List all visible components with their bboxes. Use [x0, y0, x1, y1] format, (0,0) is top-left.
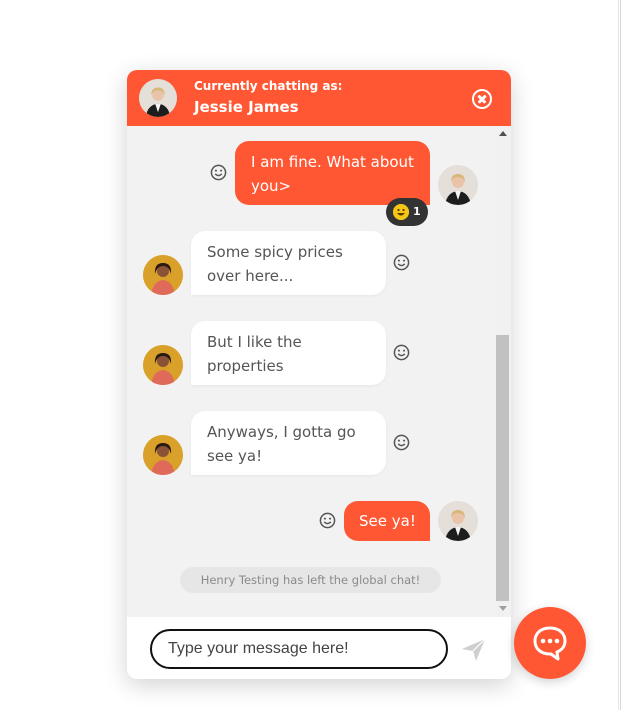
- system-notice: Henry Testing has left the global chat!: [180, 567, 441, 593]
- composer-bar: [127, 617, 511, 679]
- message-bubble-incoming: But I like the properties: [191, 321, 386, 385]
- reaction-badge[interactable]: 1: [386, 198, 428, 226]
- message-line: you>: [251, 177, 292, 195]
- chat-bubble-icon: [533, 626, 567, 661]
- avatar: [143, 345, 183, 385]
- current-user-name: Jessie James: [194, 98, 299, 116]
- message-bubble-incoming: Anyways, I gotta go see ya!: [191, 411, 386, 475]
- smiley-icon[interactable]: [393, 344, 410, 361]
- message-bubble-incoming: Some spicy prices over here...: [191, 231, 386, 295]
- avatar: [143, 435, 183, 475]
- message-input[interactable]: [150, 629, 448, 669]
- message-bubble-outgoing: See ya!: [344, 501, 430, 541]
- chat-window: Currently chatting as: Jessie James I am…: [127, 70, 511, 679]
- reaction-count: 1: [413, 205, 421, 218]
- user-avatar: [139, 79, 177, 117]
- message-line: Anyways, I gotta go: [207, 423, 356, 441]
- message-bubble-outgoing: I am fine. What about you>: [235, 141, 430, 205]
- page-edge: [618, 0, 619, 710]
- message-line: I am fine. What about: [251, 153, 414, 171]
- smiley-icon[interactable]: [319, 512, 336, 529]
- message-line: over here...: [207, 267, 294, 285]
- message-line: See ya!: [359, 512, 416, 530]
- smiley-icon[interactable]: [393, 254, 410, 271]
- message-line: see ya!: [207, 447, 263, 465]
- scroll-up-arrow-icon[interactable]: [499, 131, 507, 136]
- avatar: [438, 165, 478, 205]
- chat-launcher-button[interactable]: [514, 607, 586, 679]
- message-line: But I like the: [207, 333, 302, 351]
- scrollbar-thumb[interactable]: [496, 335, 509, 601]
- scroll-down-arrow-icon[interactable]: [499, 606, 507, 611]
- avatar: [438, 501, 478, 541]
- message-line: Some spicy prices: [207, 243, 343, 261]
- chat-header: Currently chatting as: Jessie James: [127, 70, 511, 126]
- message-line: properties: [207, 357, 284, 375]
- grinning-face-icon: [393, 204, 409, 220]
- smiley-icon[interactable]: [210, 164, 227, 181]
- send-icon[interactable]: [461, 638, 487, 662]
- smiley-icon[interactable]: [393, 434, 410, 451]
- avatar: [143, 255, 183, 295]
- header-caption: Currently chatting as:: [194, 79, 343, 93]
- close-icon[interactable]: [472, 89, 492, 109]
